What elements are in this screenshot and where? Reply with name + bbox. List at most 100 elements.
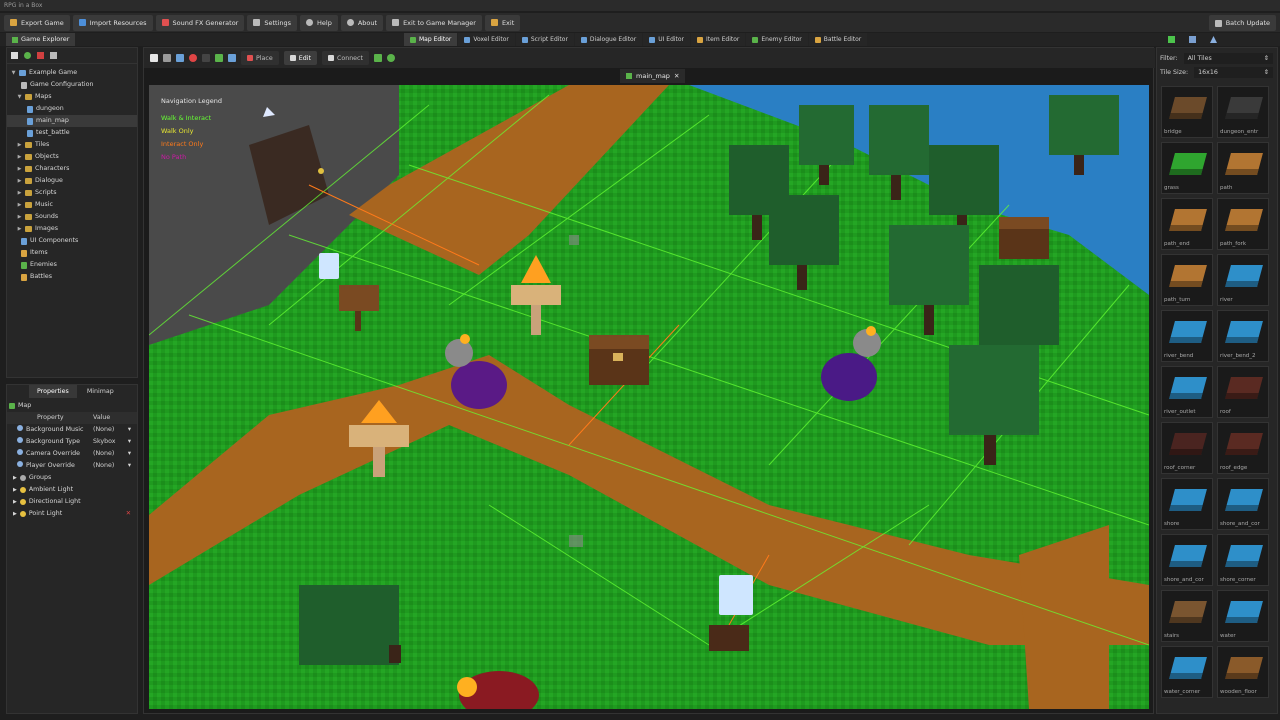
tab-minimap[interactable]: Minimap: [79, 385, 122, 398]
delete-icon[interactable]: [37, 52, 44, 59]
about-button[interactable]: About: [340, 14, 384, 31]
property-group[interactable]: ▶ Point Light ✕: [7, 508, 137, 520]
map-file-tab[interactable]: main_map ✕: [620, 69, 686, 83]
tile-path_turn[interactable]: path_turn: [1161, 254, 1213, 306]
sound-fx-button[interactable]: Sound FX Generator: [155, 14, 245, 31]
rotate-icon[interactable]: [387, 54, 395, 62]
close-icon[interactable]: ✕: [674, 69, 679, 83]
chevron-down-icon[interactable]: ▾: [128, 436, 137, 448]
exit-manager-button[interactable]: Exit to Game Manager: [386, 14, 482, 31]
tile-shore_and_cor[interactable]: shore_and_cor: [1161, 534, 1213, 586]
tree-map-test_battle[interactable]: test_battle: [7, 127, 137, 139]
place-button[interactable]: Place: [241, 51, 279, 65]
map-3d-scene[interactable]: Navigation Legend Walk & Interact Walk On…: [149, 85, 1149, 709]
tile-stairs[interactable]: stairs: [1161, 590, 1213, 642]
chevron-down-icon[interactable]: ▾: [128, 448, 137, 460]
property-row[interactable]: Background Music (None) ▾: [7, 424, 137, 436]
objects-tab-icon[interactable]: [1189, 36, 1196, 43]
characters-tab-icon[interactable]: [1210, 36, 1217, 43]
tree-folder-images[interactable]: ▶ Images: [7, 223, 137, 235]
tile-river_bend[interactable]: river_bend: [1161, 310, 1213, 362]
tile-grass[interactable]: grass: [1161, 142, 1213, 194]
tiles-tab-icon[interactable]: [1168, 36, 1175, 43]
tile-size-select[interactable]: 16x16 ⇕: [1194, 66, 1273, 78]
tile-path[interactable]: path: [1217, 142, 1269, 194]
tile-river_outlet[interactable]: river_outlet: [1161, 366, 1213, 418]
tree-maps-folder[interactable]: ▼ Maps: [7, 91, 137, 103]
property-group[interactable]: ▶ Directional Light: [7, 496, 137, 508]
refresh-icon[interactable]: [24, 52, 31, 59]
tile-water_corner[interactable]: water_corner: [1161, 646, 1213, 698]
tab-enemy-editor[interactable]: Enemy Editor: [746, 33, 808, 46]
tile-roof[interactable]: roof: [1217, 366, 1269, 418]
tree-item-enemies[interactable]: Enemies: [7, 259, 137, 271]
tile-shore_corner[interactable]: shore_corner: [1217, 534, 1269, 586]
new-map-icon[interactable]: [150, 54, 158, 62]
property-value[interactable]: (None): [93, 448, 128, 460]
tab-game-explorer[interactable]: Game Explorer: [6, 33, 76, 46]
property-row[interactable]: Camera Override (None) ▾: [7, 448, 137, 460]
tile-water[interactable]: water: [1217, 590, 1269, 642]
tree-map-main_map[interactable]: main_map: [7, 115, 137, 127]
property-group[interactable]: ▶ Ambient Light: [7, 484, 137, 496]
chevron-down-icon[interactable]: ▾: [128, 460, 137, 472]
tab-item-editor[interactable]: Item Editor: [691, 33, 746, 46]
tile-dungeon_entr[interactable]: dungeon_entr: [1217, 86, 1269, 138]
nav-mesh-icon[interactable]: [374, 54, 382, 62]
tree-folder-sounds[interactable]: ▶ Sounds: [7, 211, 137, 223]
tree-folder-tiles[interactable]: ▶ Tiles: [7, 139, 137, 151]
tile-shore_and_cor[interactable]: shore_and_cor: [1217, 478, 1269, 530]
property-group[interactable]: ▶ Groups: [7, 472, 137, 484]
collapse-icon[interactable]: [50, 52, 57, 59]
tab-ui-editor[interactable]: UI Editor: [643, 33, 691, 46]
help-button[interactable]: Help: [300, 14, 338, 31]
camera-icon[interactable]: [228, 54, 236, 62]
tree-map-dungeon[interactable]: dungeon: [7, 103, 137, 115]
new-file-icon[interactable]: [11, 52, 18, 59]
export-game-button[interactable]: Export Game: [4, 14, 70, 31]
tab-voxel-editor[interactable]: Voxel Editor: [458, 33, 515, 46]
tree-game-config[interactable]: Game Configuration: [7, 79, 137, 91]
tree-item-items[interactable]: Items: [7, 247, 137, 259]
tile-path_fork[interactable]: path_fork: [1217, 198, 1269, 250]
property-value[interactable]: (None): [93, 460, 128, 472]
remove-icon[interactable]: ✕: [126, 508, 137, 520]
tree-folder-music[interactable]: ▶ Music: [7, 199, 137, 211]
filter-select[interactable]: All Tiles ⇕: [1183, 52, 1273, 64]
tab-script-editor[interactable]: Script Editor: [515, 33, 574, 46]
tile-roof_corner[interactable]: roof_corner: [1161, 422, 1213, 474]
property-value[interactable]: Skybox: [93, 436, 128, 448]
property-row[interactable]: Player Override (None) ▾: [7, 460, 137, 472]
property-row[interactable]: Background Type Skybox ▾: [7, 436, 137, 448]
tree-root[interactable]: ▼ Example Game: [7, 67, 137, 79]
tab-battle-editor[interactable]: Battle Editor: [808, 33, 868, 46]
tree-folder-characters[interactable]: ▶ Characters: [7, 163, 137, 175]
tree-folder-objects[interactable]: ▶ Objects: [7, 151, 137, 163]
property-value[interactable]: (None): [93, 424, 128, 436]
exit-button[interactable]: Exit: [484, 14, 521, 31]
batch-update-button[interactable]: Batch Update: [1208, 15, 1276, 31]
connect-button[interactable]: Connect: [321, 51, 369, 65]
tile-wooden_floor[interactable]: wooden_floor: [1217, 646, 1269, 698]
tab-dialogue-editor[interactable]: Dialogue Editor: [574, 33, 643, 46]
tab-properties[interactable]: Properties: [29, 385, 77, 398]
open-map-icon[interactable]: [163, 54, 171, 62]
fullscreen-icon[interactable]: [215, 54, 223, 62]
record-icon[interactable]: [189, 54, 197, 62]
tab-map-editor[interactable]: Map Editor: [404, 33, 458, 46]
tile-roof_edge[interactable]: roof_edge: [1217, 422, 1269, 474]
tree-item-ui-components[interactable]: UI Components: [7, 235, 137, 247]
tile-river_bend_2[interactable]: river_bend_2: [1217, 310, 1269, 362]
tree-item-battles[interactable]: Battles: [7, 271, 137, 283]
grid-icon[interactable]: [202, 54, 210, 62]
edit-button[interactable]: Edit: [283, 51, 317, 65]
import-resources-button[interactable]: Import Resources: [72, 14, 153, 31]
tile-path_end[interactable]: path_end: [1161, 198, 1213, 250]
save-map-icon[interactable]: [176, 54, 184, 62]
tile-bridge[interactable]: bridge: [1161, 86, 1213, 138]
tree-folder-dialogue[interactable]: ▶ Dialogue: [7, 175, 137, 187]
settings-button[interactable]: Settings: [247, 14, 298, 31]
tile-shore[interactable]: shore: [1161, 478, 1213, 530]
chevron-down-icon[interactable]: ▾: [128, 424, 137, 436]
tree-folder-scripts[interactable]: ▶ Scripts: [7, 187, 137, 199]
